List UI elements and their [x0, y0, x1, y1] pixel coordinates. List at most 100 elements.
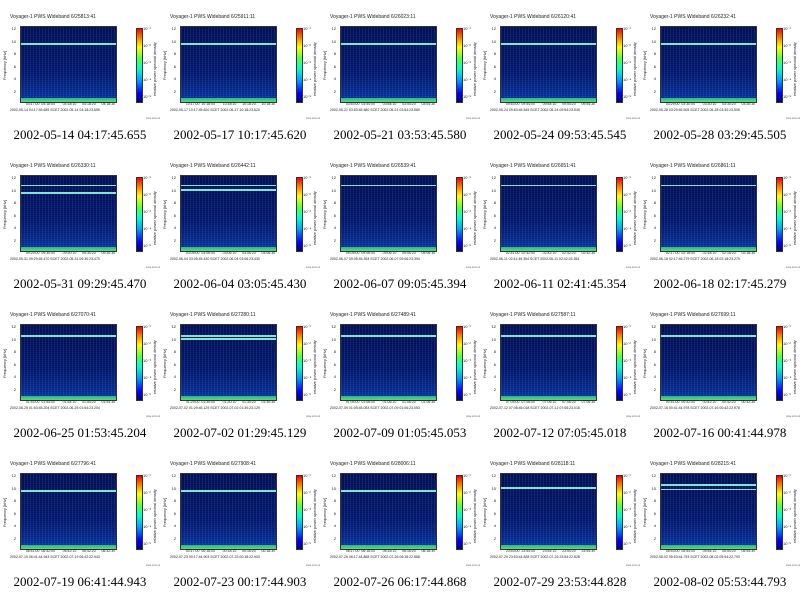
y-tick-label: 2 [333, 535, 336, 541]
scet-range: 2002-05-24 09:53:45.545 SCET 2002-05-24 … [490, 108, 580, 112]
y-ticks: 12 10 8 6 4 2 [490, 24, 496, 104]
cell-caption: 2002-07-16 00:41:44.978 [653, 425, 787, 440]
emission-band [341, 473, 436, 474]
colorbar [296, 28, 303, 103]
y-tick-label: 10 [651, 187, 656, 193]
y-tick-label: 4 [653, 374, 656, 379]
colorbar-tick-label: 10⁻² [783, 341, 791, 346]
panel-title: Voyager-1 PWS Wideband 6/27070:41 [10, 312, 96, 318]
y-axis-label: Frequency [kHz] [482, 348, 487, 378]
x-tick-label: 06:42:10 [62, 549, 77, 553]
emission-band [501, 184, 596, 186]
emission-band [21, 473, 116, 474]
cell-caption: 2002-06-25 01:53:45.204 [13, 425, 147, 440]
footer-code: ssss-xxxx-xx [626, 415, 641, 418]
colorbar-label: relative power spectral density [152, 42, 157, 96]
spectrogram-plot [660, 324, 757, 401]
scet-range: 2002-07-19 06:41:44.943 SCET 2002-07-19 … [10, 555, 100, 559]
spectrogram-panel: Voyager-1 PWS Wideband 6/28118:11 Frequen… [480, 447, 640, 575]
colorbar-tick-label: 10⁻³ [143, 60, 151, 65]
colorbar-tick-label: 10⁻⁴ [143, 226, 152, 231]
panel-title: Voyager-1 PWS Wideband 6/28215:41 [650, 461, 736, 467]
colorbar-tick-label: 10⁻⁴ [143, 77, 152, 82]
y-tick-label: 2 [173, 386, 176, 392]
colorbar-tick-label: 10⁻³ [143, 358, 151, 363]
x-tick-label: 00:18:10 [222, 549, 237, 553]
spectrogram-panel: Voyager-1 PWS Wideband 6/26120:41 Frequen… [480, 0, 640, 128]
y-ticks: 12 10 8 6 4 2 [330, 471, 336, 551]
y-tick-label: 12 [331, 324, 336, 329]
x-tick-label: 01:30:30 [261, 400, 276, 404]
y-axis-label: Frequency [kHz] [2, 497, 7, 527]
colorbar-tick-label: 10⁻⁵ [623, 392, 632, 397]
x-tick-label: 01:53:00 [25, 400, 40, 404]
scet-range: 2002-05-28 03:29:45.505 SCET 2002-05-28 … [650, 108, 740, 112]
emission-band [21, 490, 116, 492]
colorbar-tick-label: 10⁻⁵ [783, 541, 792, 546]
y-tick-label: 8 [173, 51, 176, 56]
colorbar-tick-label: 10⁻¹ [463, 324, 471, 329]
x-tick-label: 00:18:30 [261, 549, 276, 553]
y-tick-label: 4 [173, 374, 176, 379]
colorbar-tick-label: 10⁻⁴ [303, 524, 312, 529]
y-tick-label: 12 [331, 473, 336, 478]
scet-range: 2002-06-25 01:53:45.204 SCET 2002-06-25 … [10, 406, 100, 410]
panel-title: Voyager-1 PWS Wideband 6/27587:11 [490, 312, 576, 318]
colorbar-tick-label: 10⁻⁵ [623, 94, 632, 99]
y-axis-label: Frequency [kHz] [642, 199, 647, 229]
spectrogram-cell: Voyager-1 PWS Wideband 6/27070:41 Frequen… [0, 298, 160, 447]
spectrogram-panel: Voyager-1 PWS Wideband 6/26861:11 Frequen… [640, 149, 800, 277]
x-tick-label: 03:06:20 [242, 251, 256, 255]
footer-code: ssss-xxxx-xx [466, 266, 481, 269]
colorbar-tick-label: 10⁻² [463, 192, 471, 197]
emission-band [181, 473, 276, 474]
colorbar [136, 326, 143, 401]
spectrogram-plot [340, 473, 437, 550]
panel-title: Voyager-1 PWS Wideband 6/27489:41 [330, 312, 416, 318]
spectrogram-plot [180, 324, 277, 401]
spectrogram-plot [340, 26, 437, 103]
y-tick-label: 4 [173, 225, 176, 230]
y-tick-label: 2 [173, 237, 176, 243]
colorbar [296, 177, 303, 252]
y-tick-label: 10 [171, 38, 176, 44]
spectrogram-panel: Voyager-1 PWS Wideband 6/27280:11 Frequen… [160, 298, 320, 426]
colorbar [296, 326, 303, 401]
colorbar-tick-label: 10⁻⁴ [303, 375, 312, 380]
colorbar [776, 326, 783, 401]
y-tick-label: 4 [333, 225, 336, 230]
colorbar-tick-label: 10⁻² [783, 192, 791, 197]
footer-code: ssss-xxxx-xx [786, 564, 800, 567]
scet-range: 2002-07-09 01:05:45.053 SCET 2002-07-09 … [330, 406, 420, 410]
colorbar-tick-label: 10⁻¹ [143, 175, 151, 180]
y-tick-label: 6 [333, 361, 336, 367]
spectrogram-cell: Voyager-1 PWS Wideband 6/25911:11 Frequen… [160, 0, 320, 149]
colorbar-label: relative power spectral density [312, 489, 317, 543]
spectrogram-plot [180, 26, 277, 103]
x-tick-label: 00:18:00 [201, 549, 215, 553]
y-tick-label: 10 [651, 38, 656, 44]
scet-range: 2002-07-23 00:17:44.903 SCET 2002-07-23 … [170, 555, 260, 559]
colorbar-label: relative power spectral density [792, 191, 797, 245]
y-axis-label: Frequency [kHz] [322, 497, 327, 527]
x-tick-label: 03:30:00 [681, 102, 695, 106]
colorbar-tick-label: 10⁻³ [623, 358, 631, 363]
spectrogram-cell: Voyager-1 PWS Wideband 6/28118:11 Frequen… [480, 447, 640, 596]
panel-title: Voyager-1 PWS Wideband 6/26330:11 [10, 163, 96, 169]
spectrogram-panel: Voyager-1 PWS Wideband 6/26651:41 Frequen… [480, 149, 640, 277]
cell-caption: 2002-07-26 06:17:44.868 [333, 574, 467, 589]
colorbar-tick-label: 10⁻² [783, 43, 791, 48]
cell-caption: 2002-07-29 23:53:44.828 [493, 574, 627, 589]
x-tick-label: 07:06:00 [521, 400, 535, 404]
spectrogram-noise [341, 474, 436, 549]
y-ticks: 12 10 8 6 4 2 [10, 322, 16, 402]
scet-range: 2002-06-07 09:05:45.394 SCET 2002-06-07 … [330, 257, 420, 261]
colorbar-tick-label: 10⁻³ [143, 209, 151, 214]
spectrogram-plot [340, 175, 437, 252]
emission-band [661, 184, 756, 186]
spectrogram-cell: Voyager-1 PWS Wideband 6/26023:11 Frequen… [320, 0, 480, 149]
colorbar-label: relative power spectral density [632, 42, 637, 96]
colorbar-tick-label: 10⁻⁴ [783, 77, 792, 82]
cell-caption: 2002-07-23 00:17:44.903 [173, 574, 307, 589]
y-tick-label: 12 [11, 175, 16, 180]
